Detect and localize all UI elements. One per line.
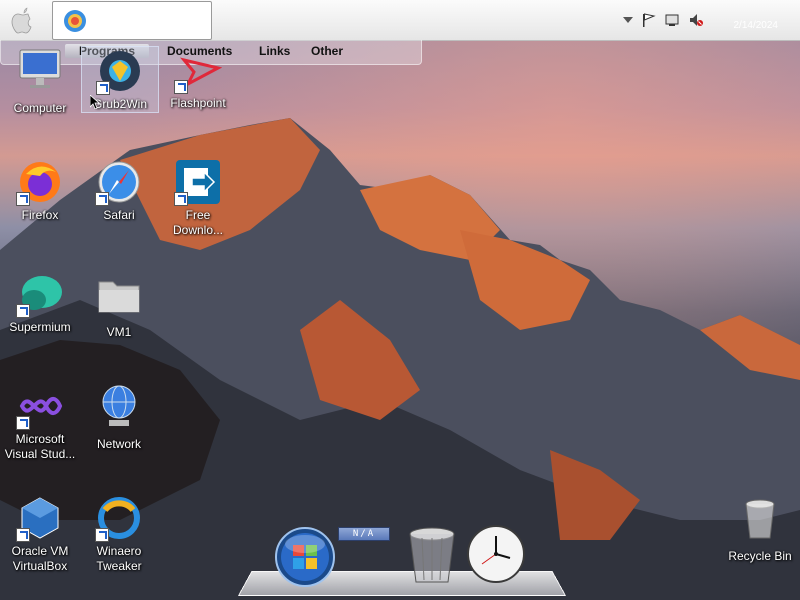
icon-label-line2: Tweaker (96, 559, 142, 573)
desktop-icon-safari[interactable]: Safari (81, 158, 157, 223)
menu-other[interactable]: Other (305, 44, 349, 58)
shortcut-arrow-icon (96, 81, 110, 95)
flag-icon[interactable] (640, 12, 656, 28)
icon-label: Network (96, 437, 141, 451)
desktop-icon-recycle-bin[interactable]: Recycle Bin (722, 494, 798, 564)
icon-label: Oracle VM (11, 544, 69, 558)
desktop-icon-computer[interactable]: Computer (2, 46, 78, 116)
desktop-icon-flashpoint[interactable]: Flashpoint (160, 46, 236, 111)
icon-label-line2: Visual Stud... (4, 447, 76, 461)
network-tray-icon[interactable] (664, 12, 680, 28)
tray-clock[interactable]: 2/14/2024 (734, 20, 779, 31)
shortcut-arrow-icon (95, 528, 109, 542)
icon-label: Firefox (21, 208, 59, 222)
menu-links[interactable]: Links (253, 44, 296, 58)
shortcut-arrow-icon (95, 192, 109, 206)
shortcut-arrow-icon (16, 528, 30, 542)
desktop-icon-winaero[interactable]: Winaero Tweaker (81, 494, 157, 574)
trash-icon[interactable] (406, 526, 458, 586)
desktop-icon-network[interactable]: Network (81, 382, 157, 452)
shortcut-arrow-icon (174, 192, 188, 206)
computer-icon (19, 49, 61, 88)
desktop-icon-vm1[interactable]: VM1 (81, 270, 157, 340)
dropdown-icon[interactable] (620, 12, 636, 28)
icon-label: Winaero (96, 544, 142, 558)
clock-icon[interactable] (466, 524, 526, 584)
dock-na-tag: N/A (338, 527, 390, 541)
window-title: Windows 10 (93, 13, 164, 27)
folder-icon (98, 281, 140, 313)
mouse-cursor-icon (90, 95, 100, 109)
icon-label: Microsoft (15, 432, 65, 446)
apple-icon[interactable] (8, 6, 38, 34)
shortcut-arrow-icon (16, 416, 30, 430)
icon-label-line2: VirtualBox (12, 559, 68, 573)
icon-label-line2: Downlo... (172, 223, 224, 237)
icon-label: Recycle Bin (728, 549, 792, 563)
recycle-bin-icon (745, 499, 775, 539)
desktop-icon-firefox[interactable]: Firefox (2, 158, 78, 223)
shortcut-arrow-icon (16, 192, 30, 206)
mute-icon[interactable] (688, 12, 704, 28)
shortcut-arrow-icon (174, 80, 188, 94)
icon-label: Computer (13, 101, 67, 115)
icon-label: Flashpoint (170, 96, 226, 110)
desktop-icon-visual-studio[interactable]: Microsoft Visual Stud... (2, 382, 78, 462)
desktop-icon-virtualbox[interactable]: Oracle VM VirtualBox (2, 494, 78, 574)
taskbar-window-button[interactable]: Windows 10 (52, 1, 212, 40)
icon-label: Free (185, 208, 211, 222)
windows-orb-icon (64, 10, 86, 32)
system-tray: 2/14/2024 (620, 0, 800, 40)
icon-label: Safari (103, 208, 135, 222)
top-menu-bar: Windows 10 2/14/2024 (0, 0, 800, 41)
network-globe-icon (102, 385, 136, 426)
icon-label: VM1 (106, 325, 132, 339)
desktop-icon-supermium[interactable]: Supermium (2, 270, 78, 335)
desktop-icon-free-download-manager[interactable]: Free Downlo... (160, 158, 236, 238)
windows-start-icon[interactable] (274, 526, 336, 588)
shortcut-arrow-icon (16, 304, 30, 318)
icon-label: Supermium (9, 320, 71, 334)
